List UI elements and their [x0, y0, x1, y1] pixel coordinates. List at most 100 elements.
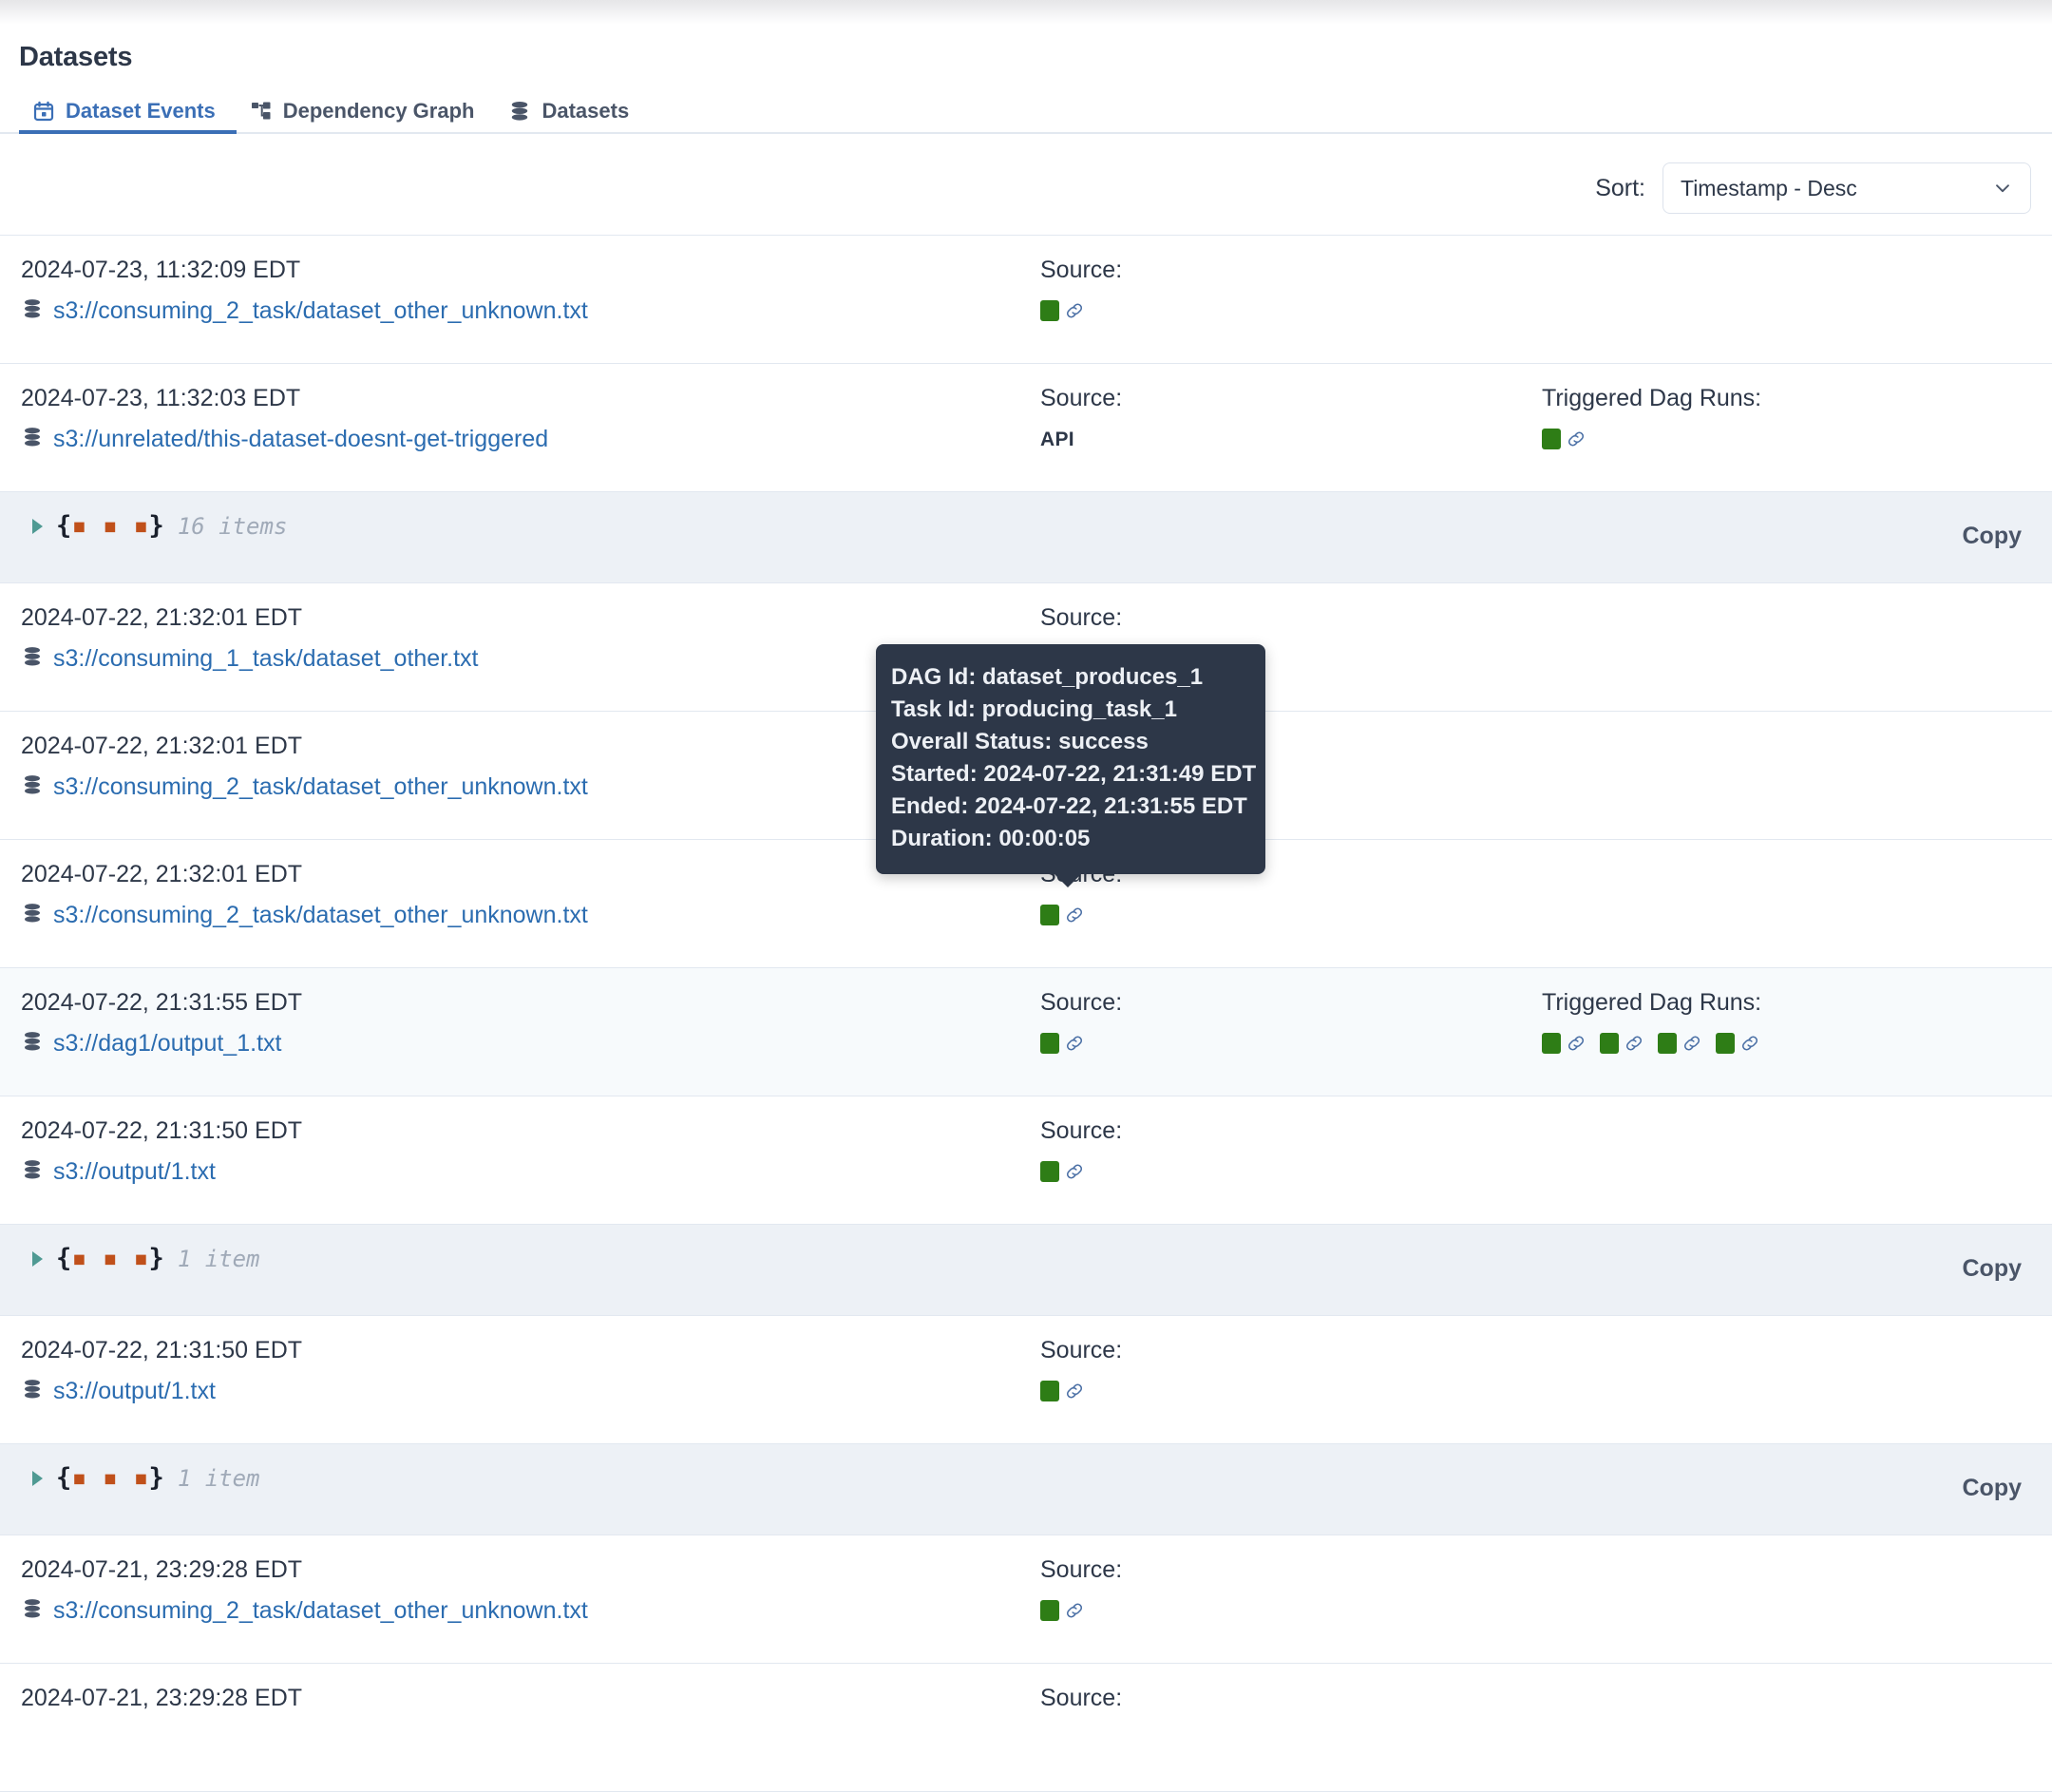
tab-dependency-graph[interactable]: Dependency Graph [237, 88, 496, 134]
event-timestamp: 2024-07-22, 21:31:55 EDT [21, 989, 303, 1016]
source-cell: Source: [1040, 991, 1542, 1057]
dag-run-badge[interactable] [1716, 1033, 1760, 1054]
source-column-header: Source: [1040, 257, 1123, 283]
source-cell: Source: [1040, 1119, 1542, 1185]
link-icon[interactable] [1064, 1600, 1085, 1621]
source-cell: Source: API [1040, 387, 1542, 450]
link-icon[interactable] [1064, 300, 1085, 321]
event-timestamp-cell: 2024-07-23, 11:32:09 EDT s3://consuming_2… [21, 258, 1040, 325]
status-square-success[interactable] [1040, 905, 1059, 925]
source-badges [1040, 902, 1542, 928]
copy-button[interactable]: Copy [1953, 521, 2032, 552]
event-timestamp-cell: 2024-07-22, 21:31:50 EDT s3://output/1.tx… [21, 1119, 1040, 1186]
dag-run-badge[interactable] [1040, 1161, 1085, 1182]
source-column-header: Source: [1040, 1337, 1123, 1363]
dag-run-badge[interactable] [1542, 429, 1586, 449]
tab-label: Dataset Events [66, 99, 216, 123]
copy-button[interactable]: Copy [1953, 1473, 2032, 1504]
dataset-uri-link[interactable]: s3://output/1.txt [53, 1380, 216, 1403]
event-timestamp: 2024-07-22, 21:31:50 EDT [21, 1337, 303, 1363]
event-timestamp-cell: 2024-07-21, 23:29:28 EDT [21, 1687, 1040, 1725]
link-icon[interactable] [1064, 1381, 1085, 1401]
status-square-success[interactable] [1716, 1033, 1735, 1054]
expand-triangle-icon[interactable] [32, 1470, 43, 1486]
dataset-uri-line: s3://consuming_2_task/dataset_other_unkn… [21, 297, 1040, 325]
dataset-uri-line: s3://output/1.txt [21, 1158, 1040, 1186]
tooltip-line: Started: 2024-07-22, 21:31:49 EDT [891, 761, 1257, 788]
triggered-dag-runs-header: Triggered Dag Runs: [1542, 385, 1762, 411]
json-brace[interactable]: {▪ ▪ ▪} [56, 1246, 164, 1271]
link-icon[interactable] [1682, 1033, 1702, 1054]
dataset-event-row: 2024-07-23, 11:32:09 EDT s3://consuming_2… [0, 236, 2052, 364]
link-icon[interactable] [1624, 1033, 1644, 1054]
sticky-nav-shadow [0, 0, 2052, 25]
json-brace[interactable]: {▪ ▪ ▪} [56, 513, 164, 539]
dataset-uri-link[interactable]: s3://consuming_2_task/dataset_other_unkn… [53, 299, 588, 323]
graph-icon [250, 100, 273, 123]
database-icon [21, 297, 44, 325]
json-brace[interactable]: {▪ ▪ ▪} [56, 1465, 164, 1491]
dataset-uri-link[interactable]: s3://consuming_1_task/dataset_other.txt [53, 647, 479, 671]
dag-run-badge[interactable] [1040, 905, 1085, 925]
source-badges [1040, 1725, 1542, 1752]
link-icon[interactable] [1064, 905, 1085, 925]
database-icon [21, 773, 44, 801]
status-square-success[interactable] [1542, 1033, 1561, 1054]
tab-datasets[interactable]: Datasets [495, 88, 650, 134]
link-icon[interactable] [1566, 429, 1586, 449]
dag-run-badge[interactable] [1040, 1381, 1085, 1401]
dataset-uri-link[interactable]: s3://output/1.txt [53, 1160, 216, 1184]
dag-run-badge[interactable] [1600, 1033, 1644, 1054]
link-icon[interactable] [1064, 1033, 1085, 1054]
dag-run-badge[interactable] [1040, 1033, 1085, 1054]
status-square-success[interactable] [1040, 1161, 1059, 1182]
datasets-page: Datasets Dataset Events Dependency Graph… [0, 0, 2052, 1792]
status-square-success[interactable] [1542, 429, 1561, 449]
dag-run-badge[interactable] [1040, 300, 1085, 321]
triggered-dag-run-badges [1542, 1030, 2031, 1057]
triggered-dag-runs-cell: Triggered Dag Runs: [1542, 991, 2031, 1057]
event-timestamp-cell: 2024-07-23, 11:32:03 EDT s3://unrelated/t… [21, 387, 1040, 453]
dag-run-badge[interactable] [1542, 1033, 1586, 1054]
tab-bar: Dataset Events Dependency Graph Datasets [0, 88, 2052, 134]
status-square-success[interactable] [1040, 1600, 1059, 1621]
database-icon [508, 100, 531, 123]
database-icon [21, 1158, 44, 1186]
event-timestamp: 2024-07-22, 21:32:01 EDT [21, 604, 303, 631]
dataset-event-row: 2024-07-23, 11:32:03 EDT s3://unrelated/t… [0, 364, 2052, 492]
dag-run-badge[interactable] [1040, 1600, 1085, 1621]
status-square-success[interactable] [1040, 1033, 1059, 1054]
dataset-uri-link[interactable]: s3://consuming_2_task/dataset_other_unkn… [53, 904, 588, 927]
status-square-success[interactable] [1600, 1033, 1619, 1054]
json-preview: {▪ ▪ ▪} 16 items [32, 513, 1953, 539]
dataset-uri-link[interactable]: s3://consuming_2_task/dataset_other_unkn… [53, 1599, 588, 1623]
expand-triangle-icon[interactable] [32, 518, 43, 534]
dataset-event-row: 2024-07-22, 21:31:55 EDT s3://dag1/output… [0, 968, 2052, 1096]
event-timestamp-cell: 2024-07-22, 21:31:50 EDT s3://output/1.tx… [21, 1339, 1040, 1405]
dag-run-badge[interactable] [1658, 1033, 1702, 1054]
dataset-uri-link[interactable]: s3://unrelated/this-dataset-doesnt-get-t… [53, 428, 548, 451]
triggered-dag-runs-cell: Triggered Dag Runs: [1542, 387, 2031, 452]
sort-select-value: Timestamp - Desc [1681, 175, 1857, 200]
tab-dataset-events[interactable]: Dataset Events [19, 88, 237, 134]
dataset-uri-link[interactable]: s3://dag1/output_1.txt [53, 1032, 281, 1056]
link-icon[interactable] [1566, 1033, 1586, 1054]
toolbar: Sort: Timestamp - Desc [0, 134, 2052, 235]
json-item-count: 16 items [177, 512, 288, 540]
expand-triangle-icon[interactable] [32, 1250, 43, 1267]
dataset-uri-link[interactable]: s3://consuming_2_task/dataset_other_unkn… [53, 775, 588, 799]
event-timestamp: 2024-07-21, 23:29:28 EDT [21, 1685, 303, 1711]
link-icon[interactable] [1739, 1033, 1760, 1054]
triggered-dag-runs-header: Triggered Dag Runs: [1542, 989, 1762, 1016]
status-square-success[interactable] [1658, 1033, 1677, 1054]
status-square-success[interactable] [1040, 1381, 1059, 1401]
tooltip-line: DAG Id: dataset_produces_1 [891, 664, 1204, 690]
link-icon[interactable] [1064, 1161, 1085, 1182]
status-square-success[interactable] [1040, 300, 1059, 321]
sort-select[interactable]: Timestamp - Desc [1662, 162, 2031, 214]
chevron-down-icon [1992, 178, 2013, 199]
json-extra-row: {▪ ▪ ▪} 16 items Copy [0, 492, 2052, 583]
copy-button[interactable]: Copy [1953, 1253, 2032, 1285]
event-timestamp-cell: 2024-07-22, 21:31:55 EDT s3://dag1/output… [21, 991, 1040, 1058]
json-item-count: 1 item [177, 1464, 260, 1492]
